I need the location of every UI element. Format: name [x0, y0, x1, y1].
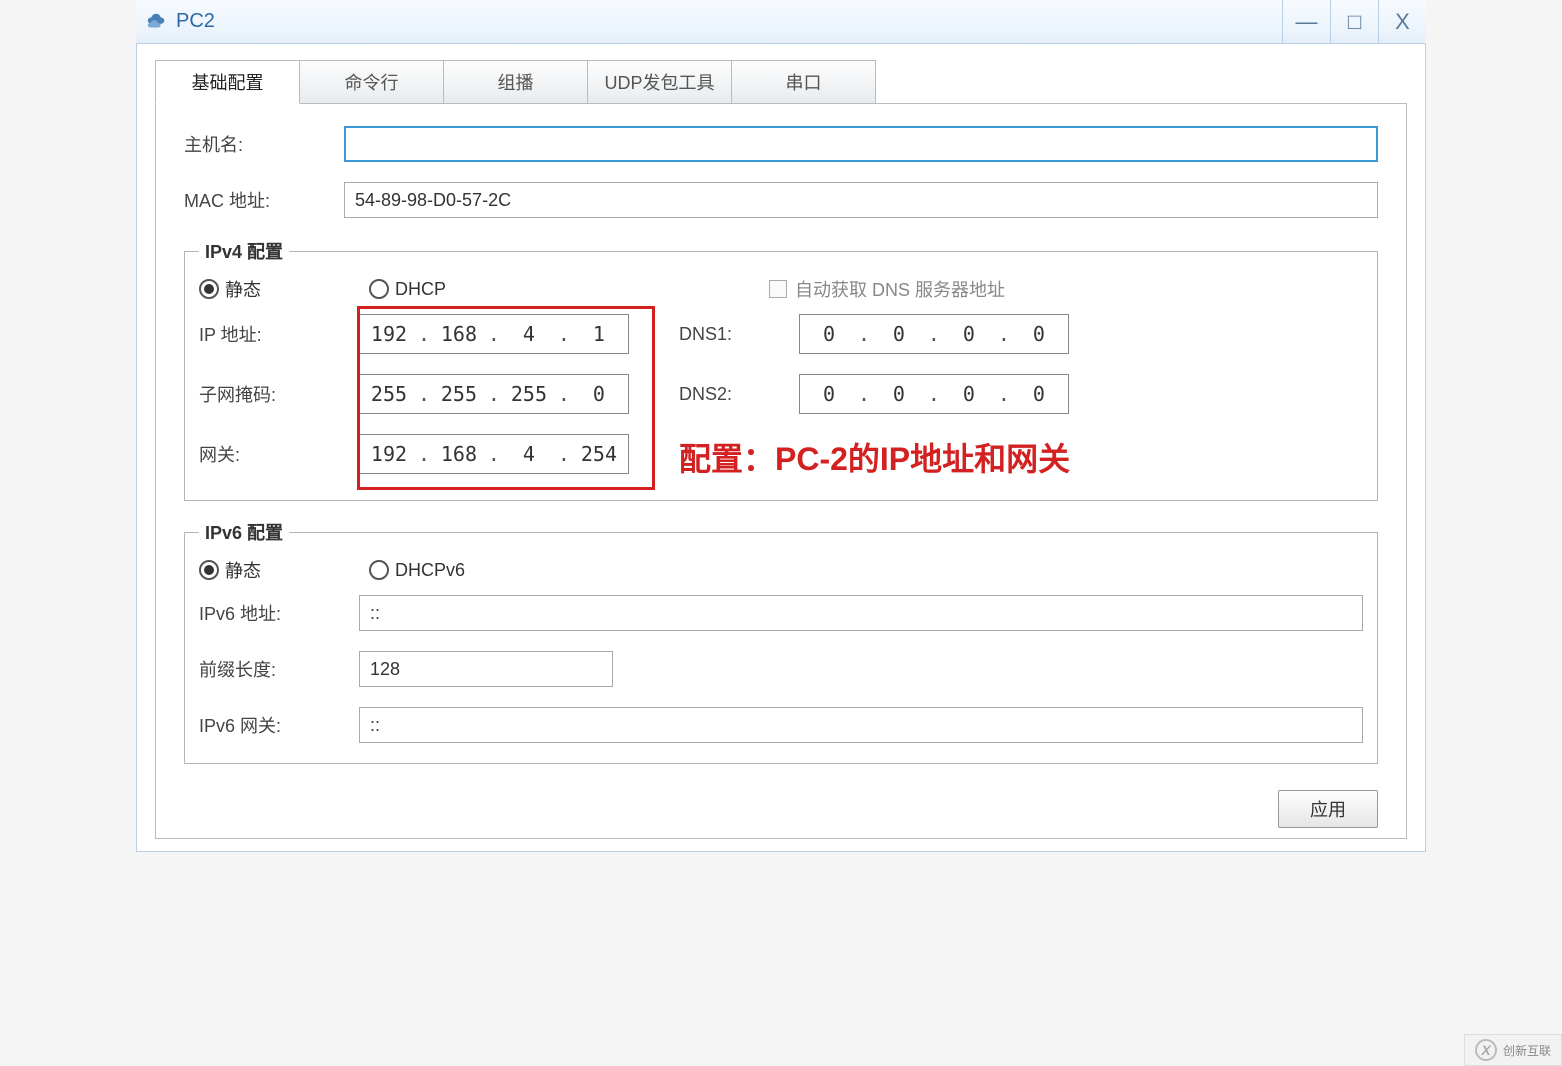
dns1-seg-2: 0: [876, 322, 921, 346]
ipv4-dhcp-label: DHCP: [395, 279, 446, 300]
ipv4-group: IPv4 配置 静态 DHCP 自动获取 DNS 服务器地址: [184, 238, 1378, 501]
dns1-label: DNS1:: [679, 324, 799, 345]
radio-dot-icon: [199, 560, 219, 580]
radio-circle-icon: [369, 560, 389, 580]
hostname-label: 主机名:: [184, 131, 344, 157]
dns1-seg-3: 0: [946, 322, 991, 346]
mask-seg-2: 255: [436, 382, 481, 406]
checkbox-box-icon: [769, 280, 787, 298]
radio-circle-icon: [369, 279, 389, 299]
ip-label: IP 地址:: [199, 321, 359, 347]
ip-seg-2: 168: [436, 322, 481, 346]
ipv6-static-radio[interactable]: 静态: [199, 557, 359, 583]
window-title: PC2: [176, 10, 215, 33]
ipv6-gw-label: IPv6 网关:: [199, 712, 359, 738]
close-button[interactable]: X: [1378, 0, 1426, 43]
dns1-seg-1: 0: [806, 322, 851, 346]
mac-input[interactable]: [344, 182, 1378, 218]
window-content: 基础配置 命令行 组播 UDP发包工具 串口 主机名: MAC 地址: IPv4…: [136, 44, 1426, 852]
tab-serial[interactable]: 串口: [731, 60, 876, 103]
title-bar: PC2 — □ X: [136, 0, 1426, 44]
mask-label: 子网掩码:: [199, 381, 359, 407]
ipv6-dhcpv6-label: DHCPv6: [395, 560, 465, 581]
ip-seg-1: 192: [366, 322, 411, 346]
minimize-button[interactable]: —: [1282, 0, 1330, 43]
gw-label: 网关:: [199, 441, 359, 467]
watermark-text: 创新互联: [1503, 1042, 1551, 1059]
hostname-input[interactable]: [344, 126, 1378, 162]
tab-basic-config[interactable]: 基础配置: [155, 60, 300, 104]
gw-seg-1: 192: [366, 442, 411, 466]
annotation-text: 配置：PC-2的IP地址和网关: [679, 434, 1070, 480]
mac-label: MAC 地址:: [184, 187, 344, 213]
tab-cli[interactable]: 命令行: [299, 60, 444, 103]
ipv4-static-label: 静态: [225, 276, 261, 302]
dns2-seg-3: 0: [946, 382, 991, 406]
ipv6-addr-input[interactable]: [359, 595, 1363, 631]
tab-bar: 基础配置 命令行 组播 UDP发包工具 串口: [155, 60, 1407, 104]
ipv6-prefix-label: 前缀长度:: [199, 656, 359, 682]
gw-input[interactable]: 192. 168. 4. 254: [359, 434, 629, 474]
dns2-input[interactable]: 0. 0. 0. 0: [799, 374, 1069, 414]
ipv4-legend: IPv4 配置: [199, 238, 289, 264]
tab-udp-tool[interactable]: UDP发包工具: [587, 60, 732, 103]
ipv4-dhcp-radio[interactable]: DHCP: [369, 279, 689, 300]
mask-seg-1: 255: [366, 382, 411, 406]
ipv4-static-radio[interactable]: 静态: [199, 276, 359, 302]
ip-input[interactable]: 192. 168. 4. 1: [359, 314, 629, 354]
tab-pane-basic: 主机名: MAC 地址: IPv4 配置 静态 DHCP: [155, 104, 1407, 839]
ipv6-static-label: 静态: [225, 557, 261, 583]
apply-button[interactable]: 应用: [1278, 790, 1378, 828]
dns1-seg-4: 0: [1016, 322, 1061, 346]
gw-seg-3: 4: [506, 442, 551, 466]
mask-seg-3: 255: [506, 382, 551, 406]
ipv6-prefix-input[interactable]: [359, 651, 613, 687]
mask-input[interactable]: 255. 255. 255. 0: [359, 374, 629, 414]
dns2-seg-2: 0: [876, 382, 921, 406]
ipv6-addr-label: IPv6 地址:: [199, 600, 359, 626]
auto-dns-checkbox[interactable]: 自动获取 DNS 服务器地址: [769, 276, 1005, 302]
tab-multicast[interactable]: 组播: [443, 60, 588, 103]
dns2-seg-1: 0: [806, 382, 851, 406]
gw-seg-4: 254: [576, 442, 621, 466]
maximize-button[interactable]: □: [1330, 0, 1378, 43]
dns1-input[interactable]: 0. 0. 0. 0: [799, 314, 1069, 354]
radio-dot-icon: [199, 279, 219, 299]
ip-seg-3: 4: [506, 322, 551, 346]
mask-seg-4: 0: [576, 382, 621, 406]
watermark: X 创新互联: [1464, 1034, 1562, 1066]
gw-seg-2: 168: [436, 442, 481, 466]
auto-dns-label: 自动获取 DNS 服务器地址: [795, 276, 1005, 302]
ipv6-gw-input[interactable]: [359, 707, 1363, 743]
ipv6-group: IPv6 配置 静态 DHCPv6 IPv6 地址: 前: [184, 519, 1378, 764]
ip-seg-4: 1: [576, 322, 621, 346]
dns2-seg-4: 0: [1016, 382, 1061, 406]
ipv6-dhcpv6-radio[interactable]: DHCPv6: [369, 560, 465, 581]
ipv6-legend: IPv6 配置: [199, 519, 289, 545]
dns2-label: DNS2:: [679, 384, 799, 405]
watermark-logo-icon: X: [1475, 1039, 1497, 1061]
app-icon: [146, 11, 168, 33]
